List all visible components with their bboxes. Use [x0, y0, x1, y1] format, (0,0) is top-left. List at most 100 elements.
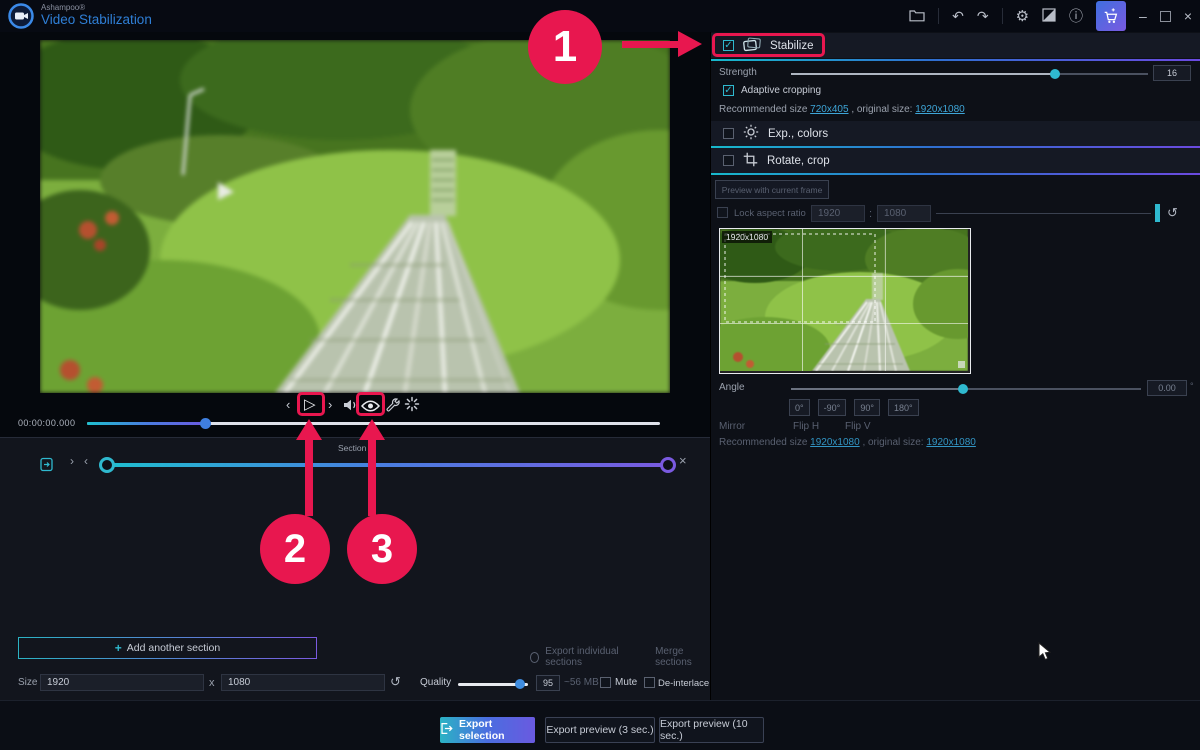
thumbnail-resolution-badge: 1920x1080	[722, 231, 772, 243]
adaptive-cropping-label: Adaptive cropping	[741, 85, 821, 96]
quality-value[interactable]: 95	[536, 675, 560, 691]
width-field[interactable]	[40, 674, 204, 691]
play-button[interactable]: ▷	[304, 395, 316, 413]
original-size-link[interactable]: 1920x1080	[915, 104, 965, 115]
crop-height-field[interactable]	[877, 205, 931, 222]
lock-aspect-label: Lock aspect ratio	[734, 208, 806, 219]
section-end-handle[interactable]	[660, 457, 676, 473]
angle-handle[interactable]	[958, 384, 968, 394]
quality-slider[interactable]	[458, 683, 528, 686]
section-next-icon[interactable]: ›	[70, 454, 74, 468]
mute-label: Mute	[615, 677, 637, 688]
volume-icon[interactable]	[342, 398, 358, 415]
export-individual-radio[interactable]	[530, 652, 539, 663]
rotate-recommended-row: Recommended size 1920x1080 , original si…	[719, 437, 976, 448]
angle-slider[interactable]	[791, 388, 1141, 390]
seek-handle[interactable]	[200, 418, 211, 429]
app-logo-icon	[8, 3, 34, 29]
minimize-button[interactable]: –	[1139, 8, 1147, 24]
section-prev-icon[interactable]: ‹	[84, 454, 88, 468]
next-frame-button[interactable]: ›	[328, 397, 332, 412]
export-icon	[440, 722, 453, 738]
timeline-row: 00:00:00.000	[0, 416, 710, 436]
exp-colors-checkbox[interactable]	[723, 128, 734, 139]
settings-gear-icon[interactable]: ⚙	[1016, 7, 1029, 25]
zoom-slider-thumb[interactable]	[1155, 204, 1160, 222]
height-field[interactable]	[221, 674, 385, 691]
export-selection-label: Export selection	[459, 718, 535, 742]
exp-colors-title: Exp., colors	[768, 128, 828, 140]
zoom-slider[interactable]	[936, 213, 1151, 214]
prev-frame-button[interactable]: ‹	[286, 397, 290, 412]
strength-value[interactable]: 16	[1153, 65, 1191, 81]
stabilize-header[interactable]: ✓ Stabilize	[711, 33, 1200, 58]
seek-slider[interactable]	[87, 422, 660, 425]
right-panel: ✓ Stabilize Strength 16 ✓ Adaptive cropp…	[710, 32, 1200, 700]
angle-degree-sign: °	[1190, 381, 1194, 391]
preview-eye-button[interactable]	[361, 400, 380, 415]
lock-aspect-checkbox[interactable]	[717, 207, 728, 218]
quality-handle[interactable]	[515, 679, 525, 689]
exp-colors-header[interactable]: Exp., colors	[711, 121, 1200, 146]
adaptive-cropping-checkbox[interactable]: ✓	[723, 85, 734, 96]
rotate-crop-checkbox[interactable]	[723, 155, 734, 166]
video-preview	[40, 40, 670, 393]
deinterlace-checkbox[interactable]	[644, 677, 655, 688]
rotate-crop-header[interactable]: Rotate, crop	[711, 148, 1200, 173]
reset-size-icon[interactable]: ↺	[390, 674, 401, 690]
app-title: Video Stabilization	[41, 12, 152, 27]
rotate-original-link[interactable]: 1920x1080	[926, 437, 976, 448]
rotate-90-button[interactable]: 90°	[854, 399, 880, 416]
sections-panel: Section › ‹ × + Add another section Expo…	[0, 437, 710, 701]
open-folder-icon[interactable]	[909, 8, 925, 25]
preview-current-frame-button[interactable]: Preview with current frame	[715, 180, 829, 199]
brand-name: Ashampoo®	[41, 3, 85, 12]
size-separator: x	[209, 677, 215, 689]
app-window: Ashampoo® Video Stabilization ↶ ↷ ⚙ ⓘ	[0, 0, 1200, 750]
rotate-crop-title: Rotate, crop	[767, 155, 830, 167]
crop-icon	[743, 152, 758, 170]
reset-crop-icon[interactable]: ↺	[1167, 205, 1178, 221]
rotate-recommended-label: Recommended size	[719, 437, 807, 448]
sun-icon	[743, 124, 759, 143]
close-button[interactable]: ×	[1184, 8, 1192, 24]
add-section-button[interactable]: + Add another section	[18, 637, 317, 659]
crop-width-field[interactable]	[811, 205, 865, 222]
rotate-minus90-button[interactable]: -90°	[818, 399, 847, 416]
undo-icon[interactable]: ↶	[952, 8, 964, 25]
section-options: Export individual sections Merge section…	[530, 646, 710, 668]
rotate-recommended-link[interactable]: 1920x1080	[810, 437, 860, 448]
recommended-size-link[interactable]: 720x405	[810, 104, 848, 115]
theme-icon[interactable]	[1042, 8, 1056, 25]
rotation-presets: 0° -90° 90° 180°	[789, 399, 924, 416]
wrench-icon[interactable]	[386, 397, 401, 415]
section-start-handle[interactable]	[99, 457, 115, 473]
flip-h-button[interactable]: Flip H	[793, 421, 819, 432]
restore-button[interactable]	[1160, 11, 1171, 22]
titlebar: Ashampoo® Video Stabilization ↶ ↷ ⚙ ⓘ	[0, 0, 1200, 32]
titlebar-separator	[938, 8, 939, 24]
aspect-colon: :	[869, 208, 872, 220]
export-preview-10-button[interactable]: Export preview (10 sec.)	[659, 717, 764, 743]
stabilize-title: Stabilize	[770, 40, 813, 52]
section-export-icon[interactable]	[40, 457, 53, 475]
redo-icon[interactable]: ↷	[977, 8, 989, 25]
export-preview-3-button[interactable]: Export preview (3 sec.)	[545, 717, 655, 743]
remove-section-button[interactable]: ×	[679, 453, 687, 468]
info-icon[interactable]: ⓘ	[1069, 6, 1083, 26]
rotate-180-button[interactable]: 180°	[888, 399, 919, 416]
shop-cart-button[interactable]	[1096, 1, 1126, 31]
flip-v-button[interactable]: Flip V	[845, 421, 871, 432]
stabilize-checkbox[interactable]: ✓	[723, 40, 734, 51]
mute-checkbox[interactable]	[600, 677, 611, 688]
strength-handle[interactable]	[1050, 69, 1060, 79]
angle-value[interactable]: 0.00	[1147, 380, 1187, 396]
merge-sections-label[interactable]: Merge sections	[655, 646, 710, 668]
section-range-slider[interactable]	[100, 463, 672, 467]
section-label: Section	[338, 443, 366, 453]
export-selection-button[interactable]: Export selection	[440, 717, 535, 743]
current-timestamp: 00:00:00.000	[18, 418, 75, 428]
rotate-0-button[interactable]: 0°	[789, 399, 810, 416]
strength-slider[interactable]	[791, 73, 1148, 75]
playback-controls: ‹ ▷ ›	[0, 394, 710, 416]
